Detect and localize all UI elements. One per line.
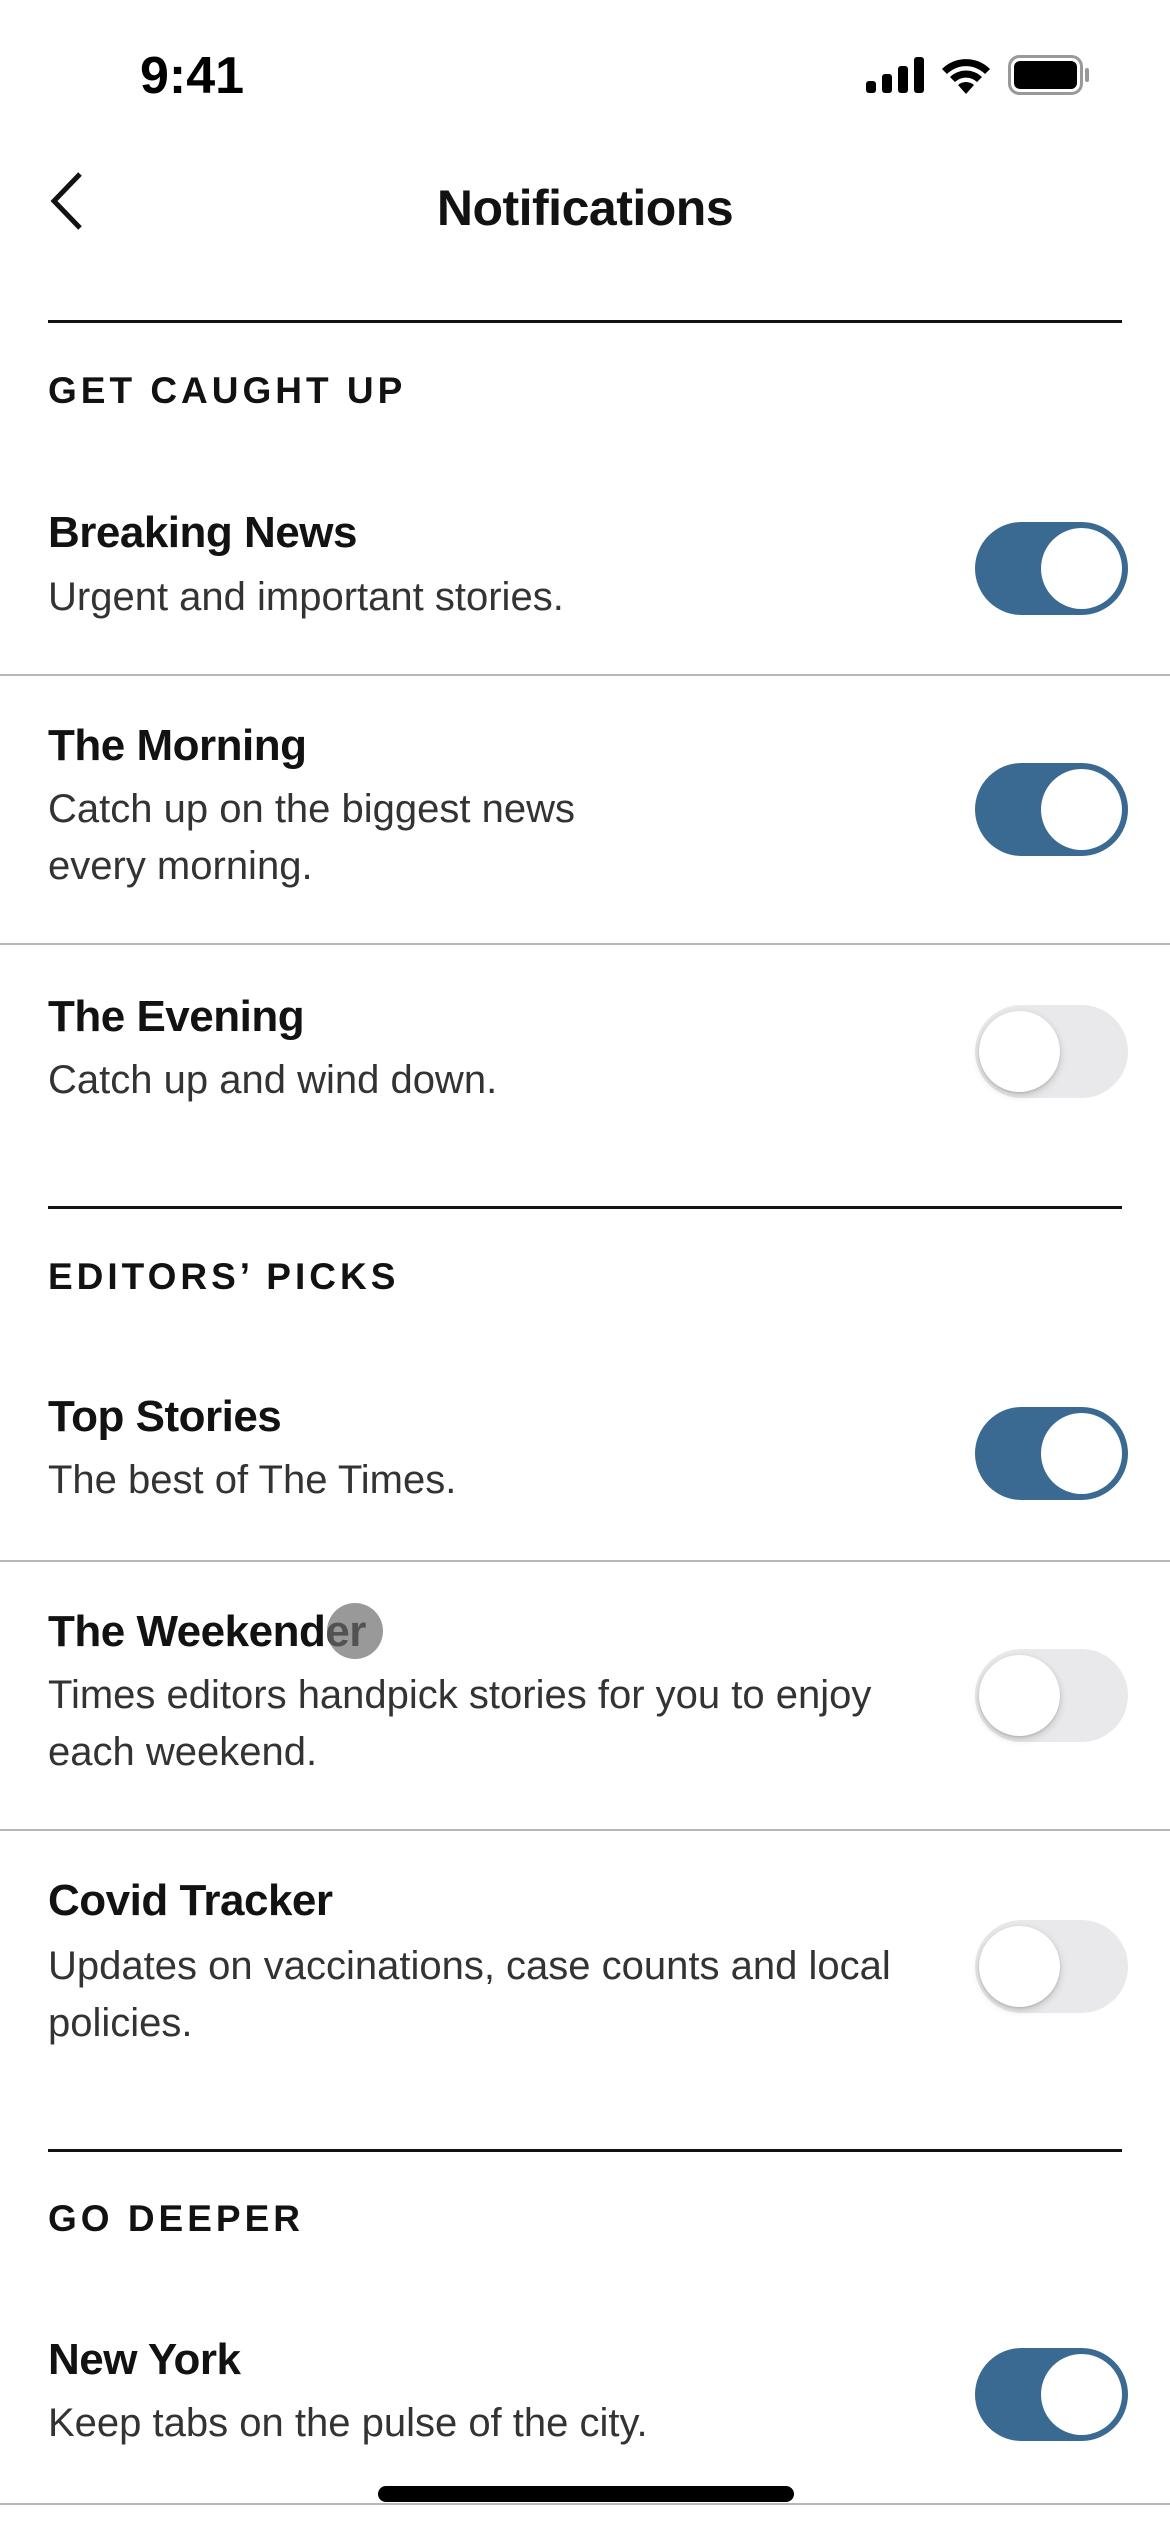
row-divider [0,1560,1170,1562]
status-icons [866,54,1090,100]
item-title-the-evening: The Evening [48,992,305,1041]
item-title-top-stories: Top Stories [48,1392,282,1441]
item-desc-breaking-news: Urgent and important stories. [48,575,564,619]
item-title-covid-tracker: Covid Tracker [48,1876,333,1925]
toggle-knob [979,1655,1060,1736]
toggle-knob [979,1011,1060,1092]
item-desc-the-weekender: Times editors handpick stories for you t… [48,1673,872,1774]
section-divider [48,320,1122,323]
home-indicator[interactable] [378,2486,794,2502]
status-time: 9:41 [140,47,245,105]
row-divider [0,1829,1170,1831]
item-title-breaking-news: Breaking News [48,508,357,557]
row-divider [0,2503,1170,2505]
toggle-knob [1041,1413,1122,1494]
item-title-the-morning: The Morning [48,721,307,770]
toggle-knob [1041,528,1122,609]
toggle-knob [979,1926,1060,2007]
toggle-the-morning[interactable] [975,763,1128,856]
item-desc-top-stories: The best of The Times. [48,1458,457,1502]
section-header-get-caught-up: GET CAUGHT UP [48,370,407,411]
row-divider [0,674,1170,676]
item-desc-new-york: Keep tabs on the pulse of the city. [48,2401,648,2445]
item-desc-covid-tracker: Updates on vaccinations, case counts and… [48,1944,891,2045]
item-title-the-weekender: The Weekender [48,1607,366,1656]
toggle-the-weekender[interactable] [975,1649,1128,1742]
section-divider [48,1206,1122,1209]
touch-indicator [327,1603,383,1659]
page-title: Notifications [436,180,734,236]
toggle-top-stories[interactable] [975,1407,1128,1500]
toggle-knob [1041,2354,1122,2435]
battery-icon [1008,54,1090,100]
toggle-knob [1041,769,1122,850]
item-desc-the-evening: Catch up and wind down. [48,1058,498,1102]
toggle-new-york[interactable] [975,2348,1128,2441]
toggle-the-evening[interactable] [975,1005,1128,1098]
section-header-editors-picks: EDITORS’ PICKS [48,1256,400,1297]
wifi-icon [940,56,992,99]
toggle-covid-tracker[interactable] [975,1920,1128,2013]
row-divider [0,943,1170,945]
cellular-signal-icon [866,56,924,98]
section-header-go-deeper: GO DEEPER [48,2198,304,2239]
section-divider [48,2149,1122,2152]
item-desc-the-morning: Catch up on the biggest news every morni… [48,787,576,888]
item-title-new-york: New York [48,2335,241,2384]
toggle-breaking-news[interactable] [975,522,1128,615]
